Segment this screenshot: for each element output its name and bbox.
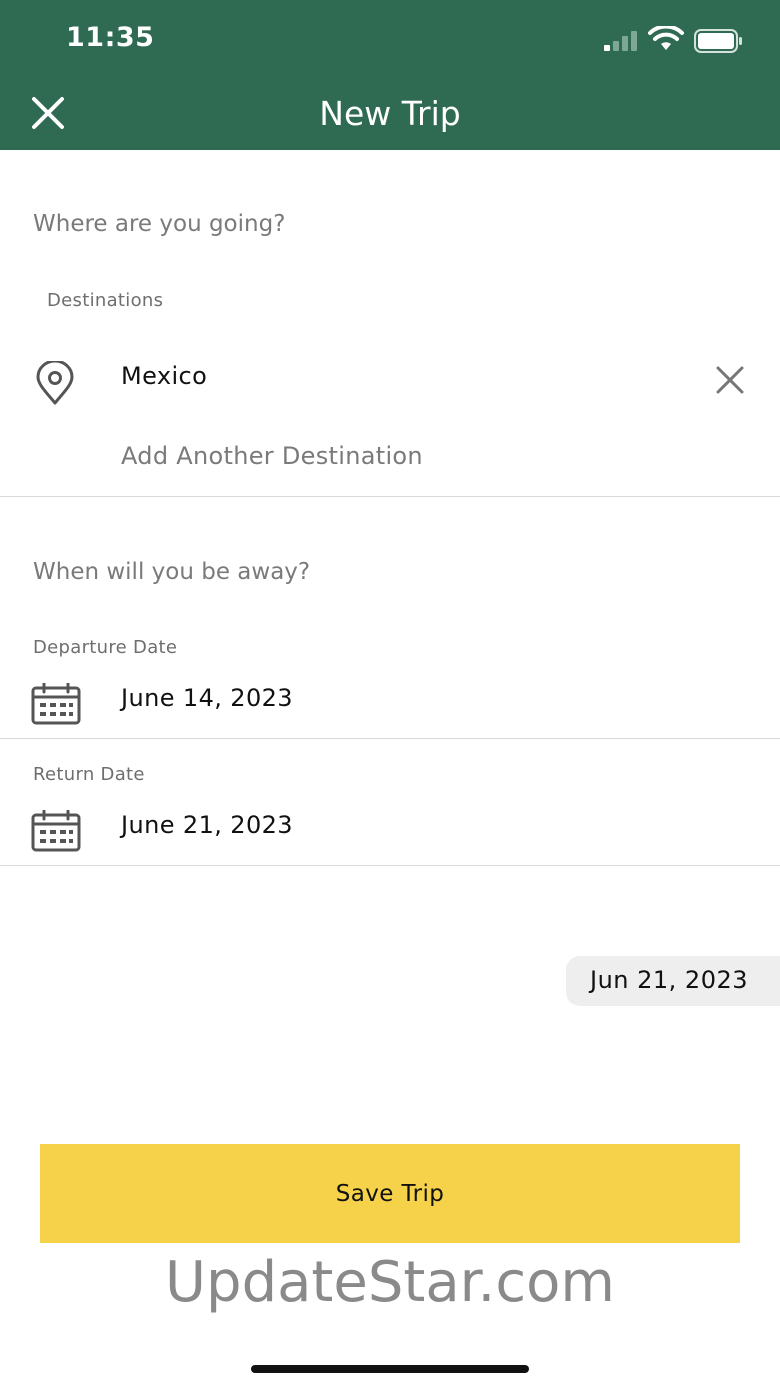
date-picker-chip[interactable]: Jun 21, 2023 [566,956,780,1006]
date-divider [0,865,780,866]
remove-destination-icon[interactable] [714,364,746,396]
cellular-signal-icon [604,31,637,51]
home-indicator [251,1365,529,1373]
section-divider [0,496,780,497]
add-destination-input[interactable]: Add Another Destination [121,442,423,470]
departure-date-label: Departure Date [33,637,178,658]
date-chip-value: Jun 21, 2023 [590,966,749,994]
destination-question: Where are you going? [33,211,286,237]
destination-name: Mexico [121,362,208,390]
dates-question: When will you be away? [33,559,311,585]
app-header: 11:35 New Trip [0,0,780,150]
wifi-icon [648,26,684,50]
calendar-icon [31,810,81,852]
battery-icon [694,29,742,53]
calendar-icon [31,683,81,725]
date-divider [0,738,780,739]
watermark: UpdateStar.com [165,1250,615,1315]
departure-date-value: June 14, 2023 [121,684,293,712]
status-time: 11:35 [66,22,155,53]
return-date-label: Return Date [33,764,145,785]
return-date-value: June 21, 2023 [121,811,293,839]
page-title: New Trip [319,94,461,133]
destinations-label: Destinations [47,290,164,311]
save-trip-button[interactable]: Save Trip [40,1144,740,1243]
location-pin-icon [36,361,74,405]
